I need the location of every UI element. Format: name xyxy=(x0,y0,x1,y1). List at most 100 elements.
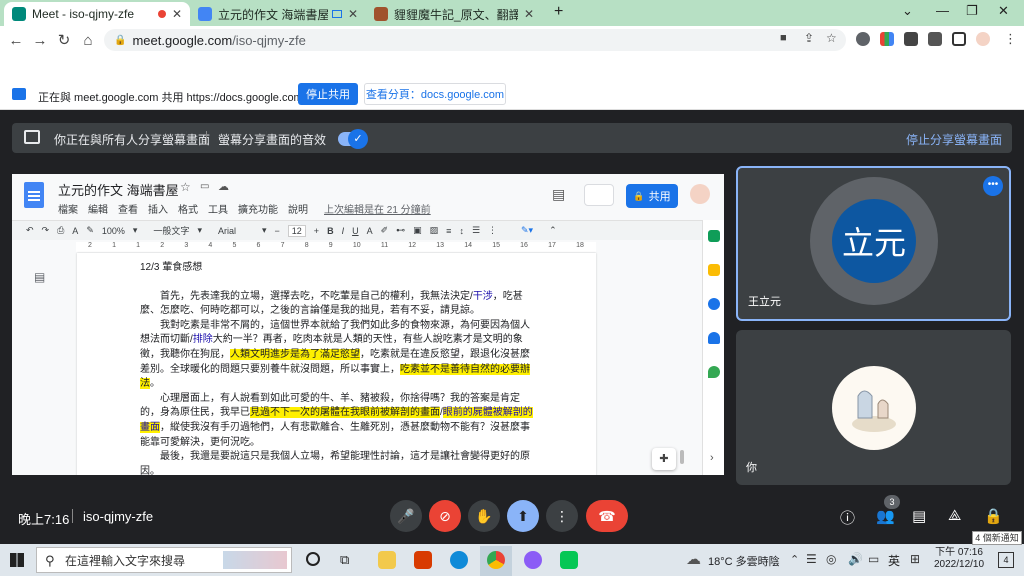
share-page-icon[interactable]: ⇪ xyxy=(804,31,814,45)
tasks-icon[interactable] xyxy=(708,298,720,310)
weather-text[interactable]: 18°C 多雲時陰 xyxy=(708,553,780,569)
docs-user-avatar[interactable] xyxy=(690,184,710,204)
chevron-right-icon[interactable]: › xyxy=(710,452,714,464)
more-tools-icon[interactable]: ⋮ xyxy=(488,225,497,236)
doc-page[interactable]: 12/3 葷食感想 首先，先表達我的立場，選擇去吃，不吃葷是自己的權利，我無法決… xyxy=(77,253,596,475)
chat-icon[interactable]: ▤ xyxy=(912,507,926,525)
media-queue-icon[interactable] xyxy=(928,32,942,46)
insert-link-icon[interactable]: ⊷ xyxy=(396,225,405,236)
editing-mode-icon[interactable]: ✎▾ xyxy=(521,225,533,236)
cortana-icon[interactable] xyxy=(306,552,320,566)
microphone-button[interactable]: 🎤 xyxy=(390,500,422,532)
battery-icon[interactable]: ▭ xyxy=(868,552,879,566)
collapse-menu-icon[interactable]: ⌃ xyxy=(549,225,557,236)
tab-meet[interactable]: Meet - iso-qjmy-zfe ✕ xyxy=(4,2,190,26)
messenger-icon[interactable] xyxy=(524,551,542,569)
share-audio-toggle[interactable]: ✓ xyxy=(338,129,368,149)
last-edit-link[interactable]: 上次編輯是在 21 分鐘前 xyxy=(324,201,431,216)
close-tab-icon[interactable]: ✕ xyxy=(524,7,534,21)
menu-view[interactable]: 查看 xyxy=(118,201,138,216)
font-size-increase-icon[interactable]: + xyxy=(314,226,319,236)
highlight-icon[interactable]: ✐ xyxy=(381,225,389,236)
paint-format-icon[interactable]: ✎ xyxy=(86,225,94,236)
address-bar[interactable]: 🔒 meet.google.com/iso-qjmy-zfe ■ ⇪ ☆ xyxy=(104,29,846,51)
list-icon[interactable]: ☰ xyxy=(472,225,480,236)
menu-insert[interactable]: 插入 xyxy=(148,201,168,216)
new-tab-button[interactable]: + xyxy=(554,3,563,21)
print-icon[interactable]: ⎙ xyxy=(57,225,64,236)
profile-avatar[interactable] xyxy=(976,32,990,46)
activities-icon[interactable]: ⟁ xyxy=(948,507,961,524)
close-tab-icon[interactable]: ✕ xyxy=(172,7,182,21)
line-spacing-icon[interactable]: ↕ xyxy=(459,226,464,236)
ime-indicator[interactable]: 英 xyxy=(888,552,900,569)
star-icon[interactable]: ☆ xyxy=(180,180,191,194)
ruler[interactable]: 2 1 1 2 3 4 5 6 7 8 9 10 11 12 13 14 15 16 17 18 xyxy=(76,242,596,252)
edge-icon[interactable] xyxy=(450,551,468,569)
meet-in-docs-button[interactable] xyxy=(584,184,614,206)
font-size-input[interactable]: 12 xyxy=(287,224,306,237)
camera-off-button[interactable]: ⊘ xyxy=(429,500,461,532)
insert-image-icon[interactable]: ▨ xyxy=(430,225,439,236)
text-color-icon[interactable]: A xyxy=(367,226,373,236)
stop-presenting-link[interactable]: 停止分享螢幕畫面 xyxy=(906,131,1002,148)
participant-tile[interactable]: 立元 ••• 王立元 xyxy=(736,166,1011,321)
present-now-button[interactable]: ⬆ xyxy=(507,500,539,532)
style-select[interactable]: 一般文字 xyxy=(153,224,189,237)
add-comment-button[interactable]: ✚ xyxy=(652,448,676,470)
menu-help[interactable]: 說明 xyxy=(288,201,308,216)
menu-extensions[interactable]: 擴充功能 xyxy=(238,201,278,216)
docs-share-button[interactable]: 🔒 共用 xyxy=(626,184,678,208)
close-tab-icon[interactable]: ✕ xyxy=(348,7,358,21)
move-folder-icon[interactable]: ▭ xyxy=(200,181,209,192)
taskbar-search-input[interactable]: ⚲ 在這裡輸入文字來搜尋 xyxy=(36,547,292,573)
menu-format[interactable]: 格式 xyxy=(178,201,198,216)
raise-hand-button[interactable]: ✋ xyxy=(468,500,500,532)
forward-arrow-icon[interactable]: → xyxy=(28,32,52,49)
italic-icon[interactable]: I xyxy=(342,226,345,236)
view-shared-tab-button[interactable]: 查看分頁：docs.google.com xyxy=(364,83,506,105)
font-size-decrease-icon[interactable]: − xyxy=(275,226,280,236)
people-icon[interactable]: 👥 xyxy=(876,507,895,525)
home-icon[interactable]: ⌂ xyxy=(76,32,100,49)
close-window-button[interactable]: ✕ xyxy=(998,3,1009,19)
menu-file[interactable]: 檔案 xyxy=(58,201,78,216)
more-options-button[interactable]: ⋮ xyxy=(546,500,578,532)
comment-history-icon[interactable]: ▤ xyxy=(552,186,565,203)
add-comment-icon[interactable]: ▣ xyxy=(413,225,422,236)
leave-call-button[interactable]: ☎ xyxy=(586,500,628,532)
restore-button[interactable]: ❐ xyxy=(966,3,978,19)
keep-icon[interactable] xyxy=(708,264,720,276)
self-tile[interactable]: 你 xyxy=(736,330,1011,485)
input-method-icon[interactable]: ⊞ xyxy=(910,552,920,566)
side-panel-icon[interactable] xyxy=(952,32,966,46)
tab-search-icon[interactable]: ⌄ xyxy=(902,3,913,19)
bookmark-star-icon[interactable]: ☆ xyxy=(826,31,837,45)
align-icon[interactable]: ≡ xyxy=(446,226,451,236)
show-hidden-icons-icon[interactable]: ⌃ xyxy=(790,553,799,566)
back-arrow-icon[interactable]: ← xyxy=(4,32,28,49)
volume-icon[interactable]: 🔊 xyxy=(848,552,863,566)
stop-sharing-button[interactable]: 停止共用 xyxy=(298,83,358,105)
file-explorer-icon[interactable] xyxy=(378,551,396,569)
font-select[interactable]: Arial xyxy=(218,226,236,236)
tab-article[interactable]: 貍貍魔牛記_原文、翻譯及賞析_ ✕ xyxy=(366,2,542,26)
spellcheck-icon[interactable]: A xyxy=(72,226,78,236)
bold-icon[interactable]: B xyxy=(327,226,334,236)
extension-icon[interactable] xyxy=(856,32,870,46)
host-controls-icon[interactable]: 🔒 xyxy=(984,507,1003,525)
minimize-button[interactable]: — xyxy=(936,3,949,18)
undo-icon[interactable]: ↶ xyxy=(26,225,34,236)
more-options-icon[interactable]: ••• xyxy=(983,176,1003,196)
puzzle-extensions-icon[interactable] xyxy=(904,32,918,46)
contacts-icon[interactable] xyxy=(708,332,720,344)
menu-tools[interactable]: 工具 xyxy=(208,201,228,216)
zoom-select[interactable]: 100% xyxy=(102,226,125,236)
wifi-icon[interactable]: ☰ xyxy=(806,552,817,566)
notification-center-icon[interactable]: 4 xyxy=(998,552,1014,568)
meeting-info-icon[interactable]: ⓘ xyxy=(840,507,855,528)
outline-icon[interactable]: ▤ xyxy=(34,270,45,284)
task-view-icon[interactable]: ⧉ xyxy=(340,552,349,568)
browser-menu-icon[interactable]: ⋮ xyxy=(1004,31,1017,47)
underline-icon[interactable]: U xyxy=(352,226,359,236)
